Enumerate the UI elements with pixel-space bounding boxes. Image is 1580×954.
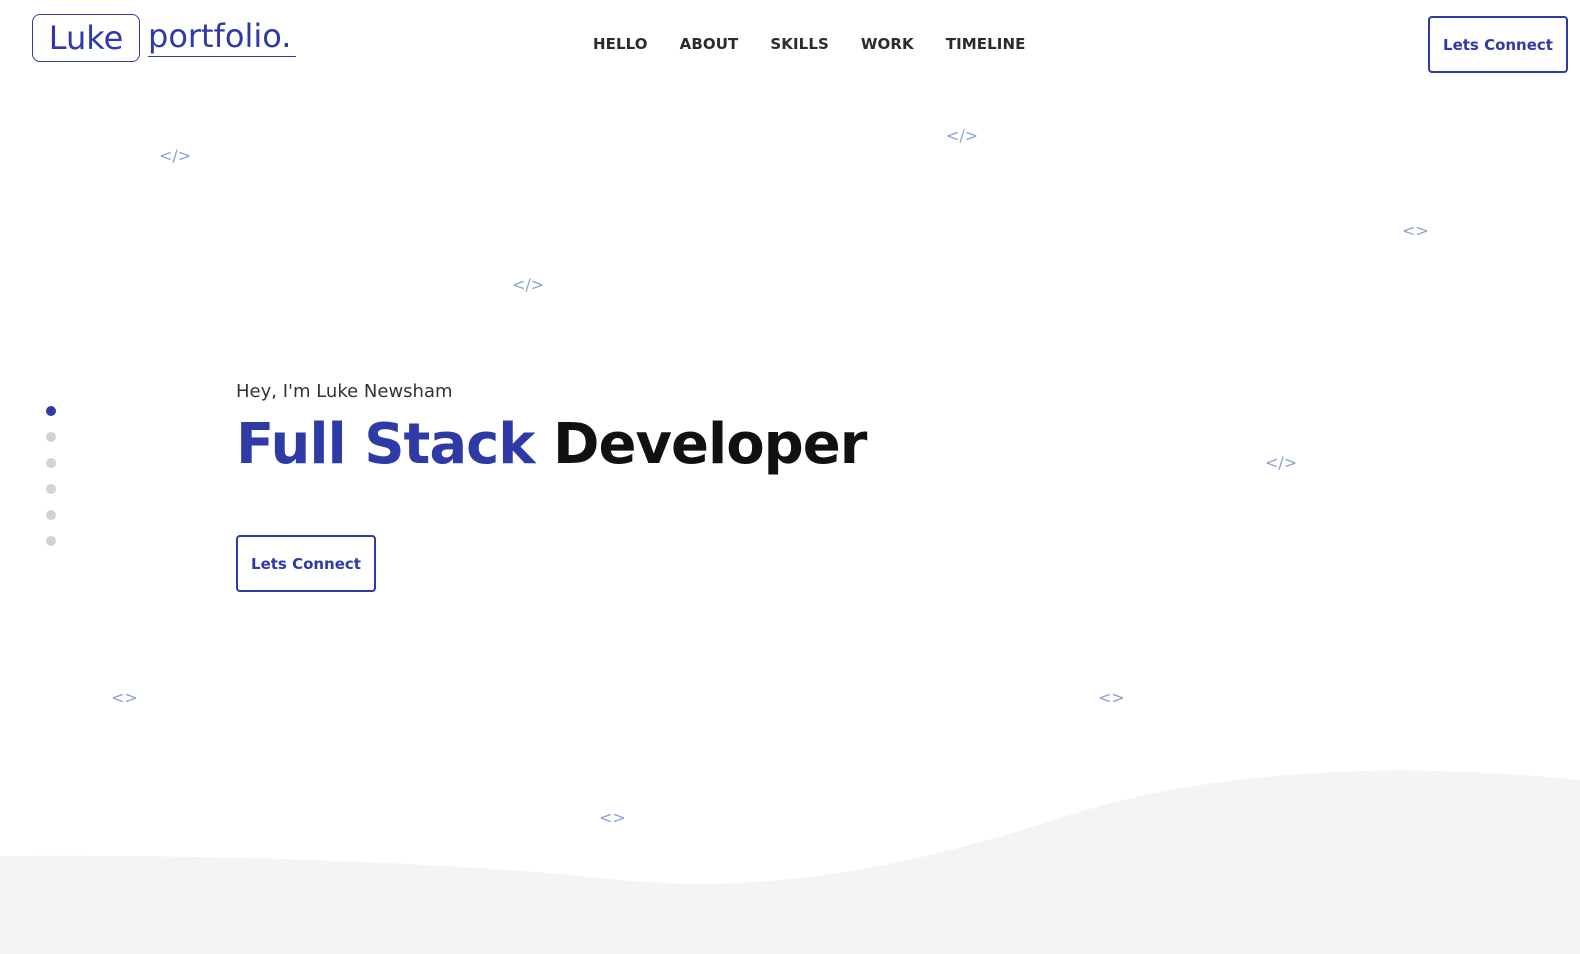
logo[interactable]: Luke portfolio. (32, 14, 296, 62)
nav-skills[interactable]: SKILLS (770, 34, 829, 54)
code-tag-decoration: </> (512, 275, 545, 294)
logo-name-box: Luke (32, 14, 140, 62)
code-tag-decoration: </> (159, 146, 192, 165)
wave-divider (0, 770, 1580, 954)
code-tag-decoration: </> (946, 126, 979, 145)
section-dot[interactable] (46, 458, 56, 468)
code-tag-decoration: <> (1402, 221, 1429, 240)
section-dot[interactable] (46, 406, 56, 416)
header-connect-button[interactable]: Lets Connect (1428, 16, 1568, 73)
section-dot[interactable] (46, 484, 56, 494)
code-tag-decoration: <> (111, 688, 138, 707)
hero-title-rest: Developer (553, 412, 867, 477)
code-tag-decoration: <> (1098, 688, 1125, 707)
hero-title: Full Stack Developer (236, 411, 867, 479)
hero-title-accent: Full Stack (236, 412, 536, 477)
section-dots (46, 406, 56, 546)
hero-connect-button[interactable]: Lets Connect (236, 535, 376, 592)
section-dot[interactable] (46, 432, 56, 442)
hero-greeting: Hey, I'm Luke Newsham (236, 381, 453, 402)
section-dot[interactable] (46, 510, 56, 520)
nav-work[interactable]: WORK (861, 34, 914, 54)
wave-shape (0, 770, 1580, 954)
logo-wordmark: portfolio. (148, 14, 296, 57)
code-tag-decoration: </> (1265, 453, 1298, 472)
nav-about[interactable]: ABOUT (680, 34, 739, 54)
nav-hello[interactable]: HELLO (593, 34, 648, 54)
section-dot[interactable] (46, 536, 56, 546)
main-nav: HELLO ABOUT SKILLS WORK TIMELINE (593, 34, 1026, 54)
nav-timeline[interactable]: TIMELINE (946, 34, 1026, 54)
